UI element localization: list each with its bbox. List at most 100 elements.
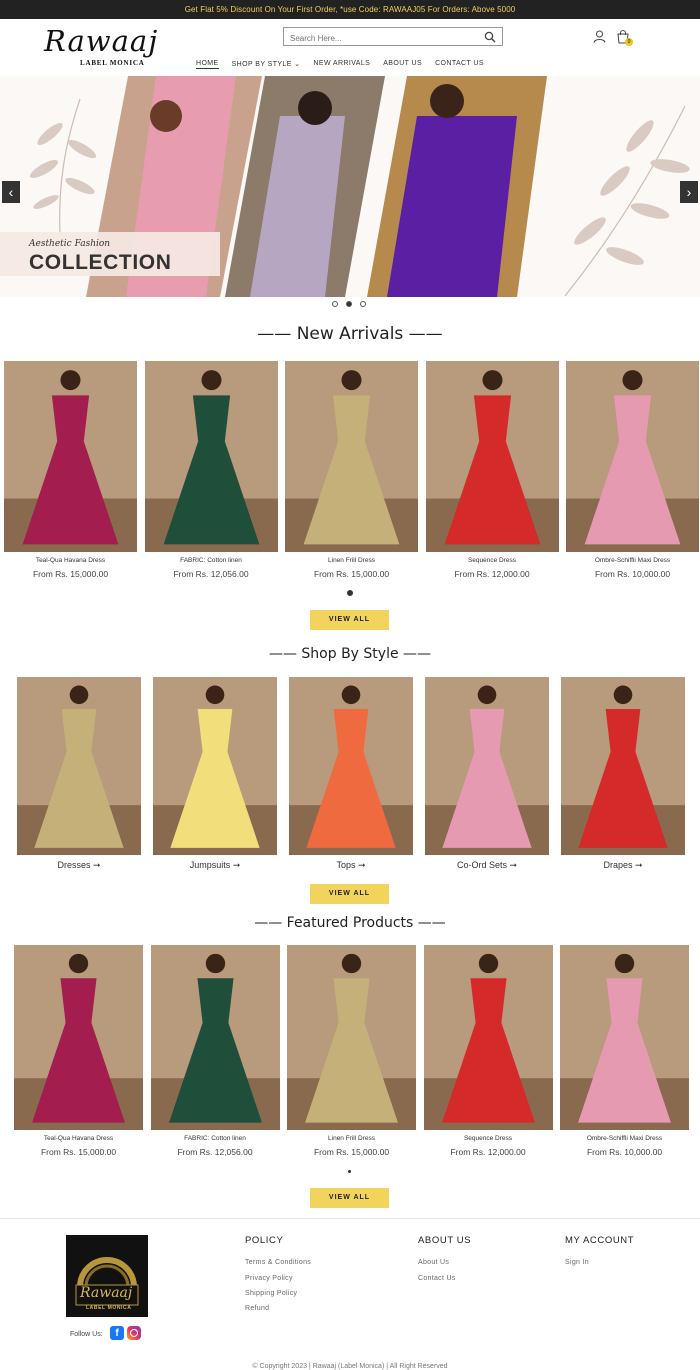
product-card[interactable]: FABRIC: Cotton linen From Rs. 12,056.00 — [150, 945, 280, 1159]
product-card[interactable]: Ombre-Schiffli Maxi Dress From Rs. 10,000… — [566, 361, 699, 581]
product-image[interactable] — [425, 677, 549, 855]
nav-contact-us[interactable]: CONTACT US — [435, 60, 484, 69]
product-name[interactable]: Linen Frill Dress — [287, 1135, 416, 1142]
hero-dot-2[interactable] — [346, 301, 352, 307]
search-input[interactable] — [284, 30, 474, 47]
product-name[interactable]: Linen Frill Dress — [285, 557, 418, 564]
featured-products-title: —— Featured Products —— — [254, 915, 446, 931]
product-image[interactable] — [4, 361, 137, 552]
product-image[interactable] — [153, 677, 277, 855]
product-price: From Rs. 10,000.00 — [586, 1147, 663, 1157]
hero-dot-3[interactable] — [360, 301, 366, 307]
product-card[interactable]: Ombre-Schiffli Maxi Dress From Rs. 10,000… — [560, 945, 689, 1159]
footer-link-shipping[interactable]: Shipping Policy — [245, 1290, 297, 1297]
style-card[interactable]: Dresses ➞ — [17, 677, 141, 871]
search-icon[interactable] — [484, 31, 496, 43]
product-price: From Rs. 15,000.00 — [40, 1147, 117, 1157]
product-card[interactable]: Teal-Qua Havana Dress From Rs. 15,000.00 — [14, 945, 143, 1159]
my-account-title: MY ACCOUNT — [565, 1235, 635, 1246]
product-image[interactable] — [14, 945, 143, 1130]
nav-about-us[interactable]: ABOUT US — [383, 60, 422, 69]
cart-count-badge: 0 — [625, 38, 633, 46]
product-price: From Rs. 12,056.00 — [173, 569, 249, 579]
product-name[interactable]: Ombre-Schiffli Maxi Dress — [566, 557, 699, 564]
facebook-icon[interactable]: f — [110, 1326, 124, 1340]
product-image[interactable] — [425, 361, 559, 552]
style-card[interactable]: Jumpsuits ➞ — [153, 677, 277, 871]
logo[interactable]: Rawaaj LABEL MONICA — [44, 24, 159, 70]
product-card[interactable]: Sequence Dress From Rs. 12,000.00 — [425, 361, 559, 581]
style-card[interactable]: Drapes ➞ — [561, 677, 685, 871]
product-image[interactable] — [566, 361, 699, 552]
product-name[interactable]: FABRIC: Cotton linen — [151, 1135, 280, 1142]
product-image[interactable] — [144, 361, 278, 552]
shop-by-style-view-all-button[interactable]: VIEW ALL — [310, 884, 389, 904]
main-nav: HOME SHOP BY STYLE ⌄ NEW ARRIVALS ABOUT … — [196, 60, 497, 69]
style-label[interactable]: Dresses ➞ — [17, 860, 141, 871]
product-image[interactable] — [287, 945, 416, 1130]
hero-subtitle: Aesthetic Fashion — [29, 239, 111, 249]
shop-by-style-title: —— Shop By Style —— — [268, 646, 432, 662]
copyright: © Copyright 2023 | Rawaaj (Label Monica)… — [252, 1363, 448, 1370]
footer-logo-tagline: LABEL MONICA — [86, 1305, 132, 1311]
product-name[interactable]: Ombre-Schiffli Maxi Dress — [560, 1135, 689, 1142]
product-card[interactable]: Linen Frill Dress From Rs. 15,000.00 — [287, 945, 416, 1159]
new-arrivals-view-all-button[interactable]: VIEW ALL — [310, 610, 389, 630]
style-label[interactable]: Co-Ord Sets ➞ — [425, 860, 549, 871]
product-image[interactable] — [423, 945, 553, 1130]
footer-link-sign-in[interactable]: Sign In — [565, 1259, 589, 1266]
footer-link-terms[interactable]: Terms & Conditions — [245, 1259, 311, 1266]
product-image[interactable] — [150, 945, 280, 1130]
style-card[interactable]: Co-Ord Sets ➞ — [425, 677, 549, 871]
footer-logo-script: Rawaaj — [80, 1285, 133, 1301]
nav-new-arrivals[interactable]: NEW ARRIVALS — [313, 60, 370, 69]
product-name[interactable]: FABRIC: Cotton linen — [145, 557, 278, 564]
carousel-dot[interactable] — [347, 590, 353, 596]
product-name[interactable]: Teal-Qua Havana Dress — [4, 557, 137, 564]
product-image[interactable] — [561, 677, 685, 855]
footer-logo[interactable]: Rawaaj LABEL MONICA — [66, 1235, 148, 1317]
carousel-dot[interactable] — [348, 1170, 351, 1173]
nav-shop-by-style[interactable]: SHOP BY STYLE ⌄ — [232, 60, 301, 69]
hero-title: COLLECTION — [29, 251, 172, 274]
logo-script: Rawaaj — [44, 24, 159, 58]
search-box — [283, 27, 503, 47]
featured-view-all-button[interactable]: VIEW ALL — [310, 1188, 389, 1208]
product-card[interactable]: Linen Frill Dress From Rs. 15,000.00 — [285, 361, 418, 581]
style-label[interactable]: Tops ➞ — [289, 860, 413, 871]
leaf-decoration — [564, 105, 690, 296]
footer-link-contact[interactable]: Contact Us — [418, 1275, 456, 1282]
footer-link-privacy[interactable]: Privacy Policy — [245, 1275, 293, 1282]
hero-dot-1[interactable] — [332, 301, 338, 307]
user-icon[interactable] — [593, 30, 606, 43]
nav-home[interactable]: HOME — [196, 60, 219, 69]
product-card[interactable]: FABRIC: Cotton linen From Rs. 12,056.00 — [144, 361, 278, 581]
hero-prev-arrow[interactable]: ‹ — [2, 181, 20, 203]
product-price: From Rs. 10,000.00 — [594, 569, 671, 579]
product-price: From Rs. 12,000.00 — [454, 569, 530, 579]
about-us-title: ABOUT US — [418, 1235, 472, 1246]
product-price: From Rs. 15,000.00 — [32, 569, 109, 579]
hero-image-purple-suit — [367, 76, 547, 297]
hero-image-grey-gown — [225, 76, 385, 297]
footer-link-refund[interactable]: Refund — [245, 1305, 269, 1312]
style-card[interactable]: Tops ➞ — [289, 677, 413, 871]
product-image[interactable] — [285, 361, 418, 552]
hero-next-arrow[interactable]: › — [680, 181, 698, 203]
new-arrivals-title: —— New Arrivals —— — [257, 324, 443, 344]
footer-link-about[interactable]: About Us — [418, 1259, 449, 1266]
style-label[interactable]: Drapes ➞ — [561, 860, 685, 871]
product-card[interactable]: Teal-Qua Havana Dress From Rs. 15,000.00 — [4, 361, 137, 581]
hero-banner: Aesthetic Fashion COLLECTION — [0, 76, 700, 297]
product-name[interactable]: Sequence Dress — [426, 557, 559, 564]
product-image[interactable] — [560, 945, 689, 1130]
style-label[interactable]: Jumpsuits ➞ — [153, 860, 277, 871]
product-card[interactable]: Sequence Dress From Rs. 12,000.00 — [423, 945, 553, 1159]
instagram-icon[interactable] — [127, 1326, 141, 1340]
logo-tagline: LABEL MONICA — [80, 59, 145, 67]
product-image[interactable] — [17, 677, 141, 855]
product-image[interactable] — [289, 677, 413, 855]
product-name[interactable]: Sequence Dress — [424, 1135, 553, 1142]
hero-dots — [332, 301, 366, 307]
product-name[interactable]: Teal-Qua Havana Dress — [14, 1135, 143, 1142]
